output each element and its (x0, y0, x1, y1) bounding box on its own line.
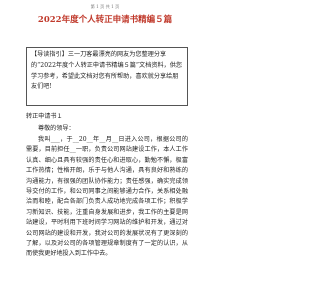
document-title: 2022年度个人转正申请书精编５篇 (37, 15, 173, 25)
document-page: 第 1 页 共 1 页 2022年度个人转正申请书精编５篇 【导读指引】三一刀客… (0, 0, 210, 297)
section-heading: 转正申请书１ (26, 113, 63, 120)
body-paragraph: 我叫___，于__20__年__月__日进入公司，根据公司的需要，目前担任__一… (26, 136, 188, 258)
intro-box: 【导读指引】三一刀客最漂亮的网友为您整理分享的“2022年度个人转正申请书精编５… (26, 47, 188, 106)
intro-text: 【导读指引】三一刀客最漂亮的网友为您整理分享的“2022年度个人转正申请书精编５… (31, 51, 183, 91)
page-header-note: 第 1 页 共 1 页 (90, 4, 120, 9)
salutation: 尊敬的领导： (38, 125, 75, 132)
document-body: 转正申请书１ 尊敬的领导： 我叫___，于__20__年__月__日进入公司，根… (26, 112, 188, 260)
